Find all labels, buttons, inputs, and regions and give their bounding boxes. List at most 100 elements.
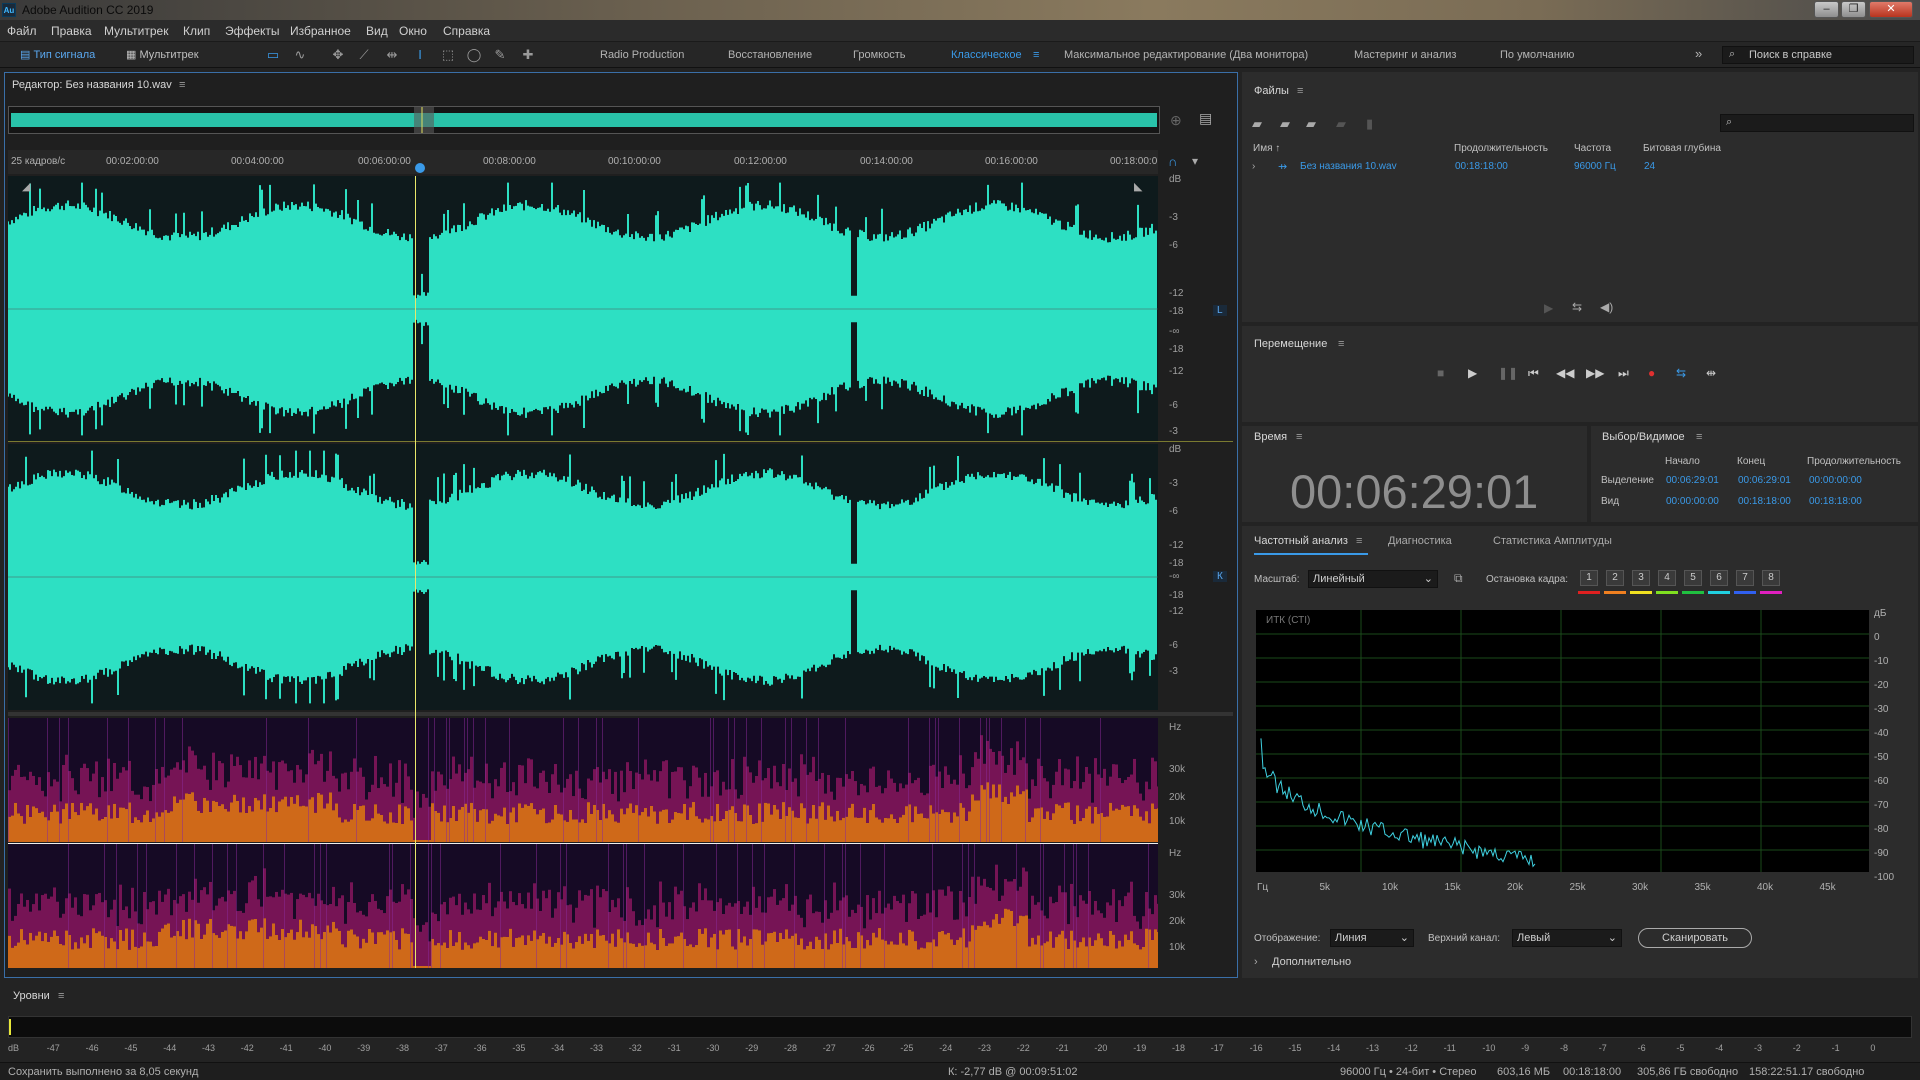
spectrogram-left[interactable] [8,718,1158,842]
col-duration[interactable]: Продолжительность [1454,143,1548,154]
spectral-divider[interactable] [8,712,1233,716]
time-selection-icon[interactable]: I [412,47,428,63]
selection-start[interactable]: 00:06:29:01 [1666,475,1719,486]
file-row[interactable]: › ⇸ Без названия 10.wav 00:18:18:00 9600… [1248,158,1914,176]
menu-view[interactable]: Вид [366,24,388,38]
time-ruler[interactable]: 25 кадров/с 00:02:00:00 00:04:00:00 00:0… [8,150,1158,174]
marker-icon[interactable]: ▾ [1192,154,1198,168]
new-file-icon[interactable]: ▰ [1306,116,1316,132]
spectral-frequency-icon[interactable]: ▭ [265,47,281,63]
workspace-classic[interactable]: Классическое [951,49,1022,61]
waveform-right-channel[interactable] [8,444,1158,710]
waveform-left-channel[interactable] [8,176,1158,442]
advanced-expand-icon[interactable]: › [1254,956,1258,968]
workspace-dual-monitor[interactable]: Максимальное редактирование (Два монитор… [1064,49,1308,61]
overview-options-icon[interactable]: ▤ [1199,110,1212,127]
maximize-button[interactable]: ❐ [1841,1,1866,18]
view-start[interactable]: 00:00:00:00 [1666,496,1719,507]
play-icon[interactable]: ▶ [1468,366,1477,380]
go-to-start-icon[interactable]: ⏮ [1528,366,1539,381]
help-search-input[interactable]: Поиск в справке [1722,46,1914,64]
menu-multitrack[interactable]: Мультитрек [104,24,168,38]
menu-favorites[interactable]: Избранное [290,24,351,38]
time-display[interactable]: 00:06:29:01 [1290,464,1538,519]
menu-window[interactable]: Окно [399,24,427,38]
move-tool-icon[interactable]: ✥ [330,47,346,63]
fade-in-handle-icon[interactable]: ◢ [22,180,30,193]
tab-diagnostics[interactable]: Диагностика [1388,535,1452,547]
more-workspaces-icon[interactable]: » [1695,46,1702,61]
scale-select[interactable]: Линейный ⌄ [1308,570,1438,588]
frame-hold-3[interactable]: 3 [1632,570,1650,586]
view-duration[interactable]: 00:18:18:00 [1809,496,1862,507]
workspace-radio[interactable]: Radio Production [600,49,684,61]
scan-button[interactable]: Сканировать [1638,928,1752,948]
col-rate[interactable]: Частота [1574,143,1611,154]
menu-effects[interactable]: Эффекты [225,24,280,38]
overview-bar[interactable] [8,106,1160,134]
menu-edit[interactable]: Правка [51,24,92,38]
editor-menu-icon[interactable]: ≡ [179,79,185,91]
advanced-label[interactable]: Дополнительно [1272,956,1351,968]
menu-file[interactable]: Файл [7,24,37,38]
frame-hold-1[interactable]: 1 [1580,570,1598,586]
frame-hold-6[interactable]: 6 [1710,570,1728,586]
frequency-menu-icon[interactable]: ≡ [1356,535,1362,547]
skip-selection-icon[interactable]: ⇹ [1706,366,1716,380]
preview-autoplay-icon[interactable]: ◀) [1600,300,1613,314]
copy-graph-icon[interactable]: ⧉ [1454,571,1463,586]
col-name[interactable]: Имя ↑ [1253,143,1280,154]
spot-healing-icon[interactable]: ✚ [520,47,536,63]
brush-icon[interactable]: ✎ [492,47,508,63]
preview-loop-icon[interactable]: ⇆ [1572,300,1582,314]
transport-menu-icon[interactable]: ≡ [1338,338,1344,350]
selection-end[interactable]: 00:06:29:01 [1738,475,1791,486]
fade-out-handle-icon[interactable]: ◣ [1134,180,1142,193]
snap-icon[interactable]: ∩ [1168,154,1177,169]
zoom-icon[interactable]: ⊕ [1170,112,1182,129]
workspace-restoration[interactable]: Восстановление [728,49,812,61]
menu-clip[interactable]: Клип [183,24,210,38]
selection-menu-icon[interactable]: ≡ [1696,431,1702,443]
frame-hold-8[interactable]: 8 [1762,570,1780,586]
multitrack-view-button[interactable]: ▦ Мультитрек [126,45,199,65]
workspace-menu-icon[interactable]: ≡ [1033,49,1039,61]
channel-select[interactable]: Левый ⌄ [1512,929,1622,947]
display-select[interactable]: Линия ⌄ [1330,929,1414,947]
channel-right-label[interactable]: К [1213,571,1227,582]
playhead-handle[interactable] [415,163,425,173]
go-to-end-icon[interactable]: ⏭ [1618,366,1629,381]
workspace-loudness[interactable]: Громкость [853,49,905,61]
tab-amplitude-stats[interactable]: Статистика Амплитуды [1493,535,1612,547]
razor-tool-icon[interactable]: ⟋ [356,47,372,63]
files-menu-icon[interactable]: ≡ [1297,85,1303,97]
marquee-icon[interactable]: ⬚ [440,47,456,63]
menu-help[interactable]: Справка [443,24,490,38]
files-search-input[interactable] [1720,114,1914,132]
spectral-pitch-icon[interactable]: ∿ [292,47,308,63]
expand-icon[interactable]: › [1252,161,1255,172]
spectrogram-right[interactable] [8,844,1158,968]
frequency-graph[interactable] [1256,610,1869,872]
lasso-icon[interactable]: ◯ [466,47,482,63]
tab-frequency-analysis[interactable]: Частотный анализ [1254,535,1348,547]
close-button[interactable]: ✕ [1869,1,1913,18]
frame-hold-4[interactable]: 4 [1658,570,1676,586]
rewind-icon[interactable]: ◀◀ [1556,366,1574,380]
pause-icon[interactable]: ❚❚ [1498,366,1518,380]
waveform-view-button[interactable]: ▤ Тип сигнала [20,45,95,65]
frame-hold-5[interactable]: 5 [1684,570,1702,586]
preview-play-icon[interactable]: ▶ [1544,301,1553,315]
time-menu-icon[interactable]: ≡ [1296,431,1302,443]
frame-hold-2[interactable]: 2 [1606,570,1624,586]
record-icon[interactable]: ● [1648,366,1655,380]
channel-left-label[interactable]: L [1213,305,1227,316]
view-end[interactable]: 00:18:18:00 [1738,496,1791,507]
frame-hold-7[interactable]: 7 [1736,570,1754,586]
import-file-icon[interactable]: ▰ [1280,116,1290,132]
loop-playback-icon[interactable]: ⇆ [1676,366,1686,380]
minimize-button[interactable]: ‒ [1814,1,1839,18]
open-file-icon[interactable]: ▰ [1252,116,1262,132]
workspace-default[interactable]: По умолчанию [1500,49,1574,61]
stop-icon[interactable]: ■ [1437,366,1444,380]
